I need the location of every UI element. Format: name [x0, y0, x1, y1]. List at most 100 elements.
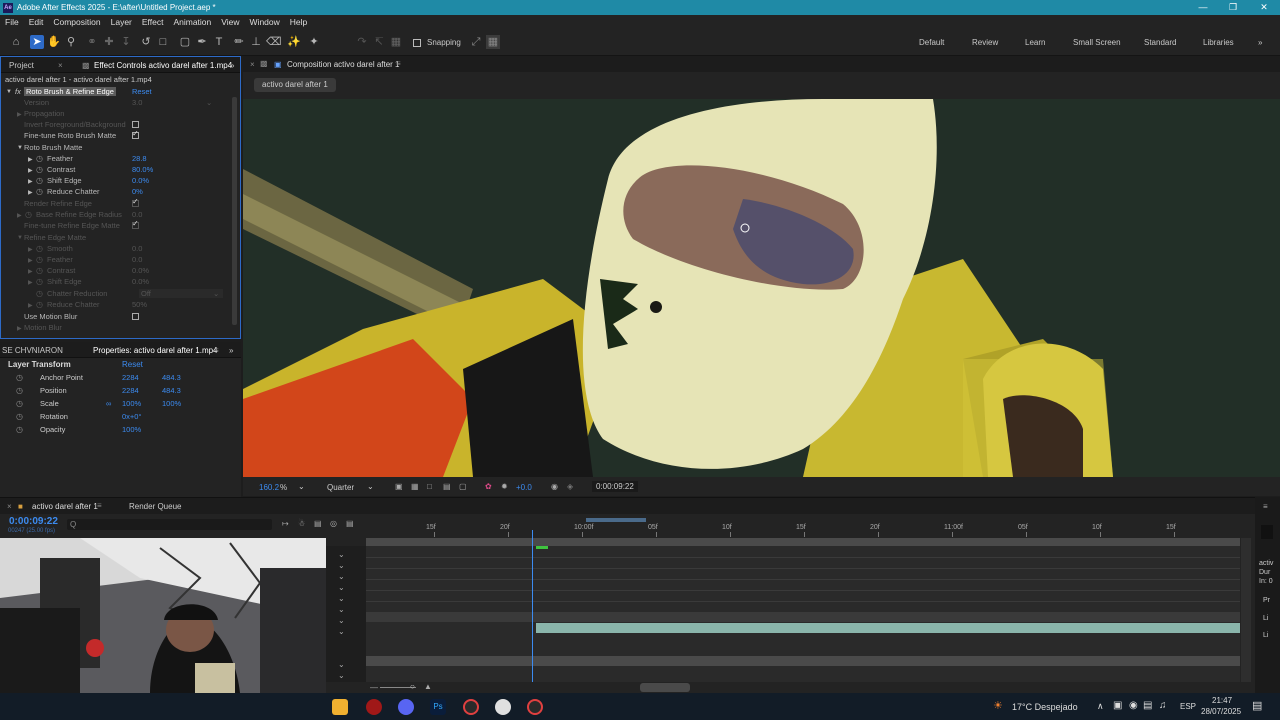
stopwatch-icon[interactable]: ◷ [16, 412, 23, 421]
graph-editor-icon[interactable]: ▤ [346, 519, 354, 528]
pan-behind-icon[interactable]: □ [156, 35, 170, 49]
value[interactable]: 0.0 [132, 210, 142, 219]
dolly-tool-icon[interactable]: ↧ [119, 35, 133, 49]
tab-timeline-comp[interactable]: activo darel after 1 [32, 502, 98, 511]
stopwatch-icon[interactable]: ◷ [16, 399, 23, 408]
motion-blur-icon[interactable]: ◎ [330, 519, 337, 528]
panel-menu-icon[interactable]: » [230, 61, 234, 70]
expand-arrow-icon[interactable]: ▼ [17, 235, 23, 241]
zoom-value[interactable]: 160.2 [259, 483, 279, 492]
effect-reset-button[interactable]: Reset [132, 87, 152, 96]
checkbox[interactable] [132, 129, 139, 139]
clock-time[interactable]: 21:47 [1212, 696, 1232, 705]
exposure-reset-icon[interactable]: ✹ [501, 482, 508, 491]
minimize-icon[interactable]: — [1188, 0, 1218, 15]
snap-extra-icon[interactable]: ▦ [389, 35, 403, 49]
snap-options-icon[interactable]: ⤢ [469, 35, 483, 49]
chatter-dropdown[interactable]: Off [139, 289, 223, 298]
workspace-standard[interactable]: Standard [1144, 38, 1176, 47]
expand-arrow-icon[interactable]: ▶ [28, 189, 33, 196]
selection-tool-icon[interactable]: ➤ [30, 35, 44, 49]
expand-arrow-icon[interactable]: ▶ [28, 246, 33, 253]
pen-tool-icon[interactable]: ✒ [195, 35, 209, 49]
zoom-out-icon[interactable]: — [370, 683, 378, 692]
stopwatch-icon[interactable]: ◷ [16, 425, 23, 434]
stopwatch-icon[interactable]: ◷ [16, 386, 23, 395]
volume-icon[interactable]: ♫ [1159, 700, 1167, 711]
stopwatch-icon[interactable]: ◷ [36, 266, 43, 275]
stopwatch-icon[interactable]: ◷ [36, 154, 43, 163]
video-frame[interactable] [243, 99, 1280, 477]
tab-menu-icon[interactable]: ≡ [214, 346, 219, 355]
playhead[interactable] [532, 530, 533, 682]
expand-arrow-icon[interactable]: ▶ [28, 268, 33, 275]
stopwatch-icon[interactable]: ◷ [36, 300, 43, 309]
snapping-checkbox[interactable] [413, 39, 421, 47]
mask-visibility-icon[interactable]: □ [427, 482, 432, 491]
value[interactable]: 0.0% [132, 176, 149, 185]
menu-file[interactable]: File [0, 17, 24, 27]
comp-breadcrumb[interactable]: activo darel after 1 [254, 78, 336, 92]
value[interactable]: 50% [132, 300, 147, 309]
layer-bar[interactable] [536, 623, 1240, 633]
show-snapshot-icon[interactable]: ◈ [567, 482, 573, 491]
value[interactable]: 100% [122, 425, 141, 434]
effect-name[interactable]: Roto Brush & Refine Edge [24, 87, 116, 96]
lock-icon[interactable]: ▩ [82, 61, 90, 70]
transparency-grid-icon[interactable]: ▦ [411, 482, 419, 491]
value-x[interactable]: 2284 [122, 386, 139, 395]
workspace-review[interactable]: Review [972, 38, 998, 47]
stopwatch-icon[interactable]: ◷ [36, 187, 43, 196]
close-tab-icon[interactable]: × [58, 61, 63, 70]
tab-effect-controls[interactable]: Effect Controls activo darel after 1.mp4 [94, 61, 232, 70]
checkbox[interactable] [132, 197, 139, 207]
tab-menu-icon[interactable]: ≡ [396, 59, 401, 68]
chevron-down-icon[interactable]: ⌄ [338, 605, 345, 614]
expand-arrow-icon[interactable]: ▼ [17, 145, 23, 151]
tray-chevron-icon[interactable]: ∧ [1097, 701, 1104, 712]
photoshop-icon[interactable]: Ps [430, 699, 446, 715]
region-icon[interactable]: ▣ [395, 482, 403, 491]
value[interactable]: 0.0% [132, 277, 149, 286]
stopwatch-icon[interactable]: ◷ [36, 289, 43, 298]
stopwatch-icon[interactable]: ◷ [36, 277, 43, 286]
value-y[interactable]: 484.3 [162, 373, 181, 382]
value[interactable]: 0x+0° [122, 412, 141, 421]
frame-blend-icon[interactable]: ▤ [314, 519, 322, 528]
channel-icon[interactable]: ▢ [459, 482, 467, 491]
hand-tool-icon[interactable]: ✋ [47, 35, 61, 49]
value[interactable]: 80.0% [132, 165, 153, 174]
stopwatch-icon[interactable]: ◷ [16, 373, 23, 382]
workspace-default[interactable]: Default [919, 38, 944, 47]
menu-effect[interactable]: Effect [137, 17, 169, 27]
clock-date[interactable]: 28/07/2025 [1201, 707, 1241, 716]
value-y[interactable]: 100% [162, 399, 181, 408]
dropdown-icon[interactable]: ⌄ [213, 289, 219, 298]
value[interactable]: 0.0% [132, 266, 149, 275]
expand-arrow-icon[interactable]: ▶ [28, 279, 33, 286]
chevron-down-icon[interactable]: ⌄ [338, 594, 345, 603]
resolution-dropdown[interactable]: Quarter [327, 483, 354, 492]
language-indicator[interactable]: ESP [1180, 702, 1196, 711]
type-tool-icon[interactable]: T [212, 35, 226, 49]
workspace-small-screen[interactable]: Small Screen [1073, 38, 1121, 47]
menu-layer[interactable]: Layer [106, 17, 137, 27]
fx-icon[interactable]: fx [15, 87, 21, 96]
value[interactable]: 0.0 [132, 244, 142, 253]
snapshot-icon[interactable]: ◉ [551, 482, 558, 491]
close-icon[interactable]: ✕ [1249, 0, 1279, 15]
close-tab-icon[interactable]: × [7, 502, 12, 511]
notifications-icon[interactable]: ▤ [1252, 699, 1262, 712]
tab-left[interactable]: SE CHVNIARON [2, 346, 63, 355]
expand-arrow-icon[interactable]: ▶ [28, 156, 33, 163]
menu-help[interactable]: Help [285, 17, 312, 27]
dropdown-icon[interactable]: ⌄ [206, 98, 212, 107]
guides-icon[interactable]: ▤ [443, 482, 451, 491]
tab-menu-icon[interactable]: ≡ [97, 501, 102, 510]
zoom-dropdown-icon[interactable]: ⌄ [298, 482, 305, 491]
chevron-down-icon[interactable]: ⌄ [338, 671, 345, 680]
stopwatch-icon[interactable]: ◷ [36, 176, 43, 185]
rectangle-tool-icon[interactable]: ▢ [178, 35, 192, 49]
opera-icon[interactable] [366, 699, 382, 715]
stopwatch-icon[interactable]: ◷ [36, 255, 43, 264]
